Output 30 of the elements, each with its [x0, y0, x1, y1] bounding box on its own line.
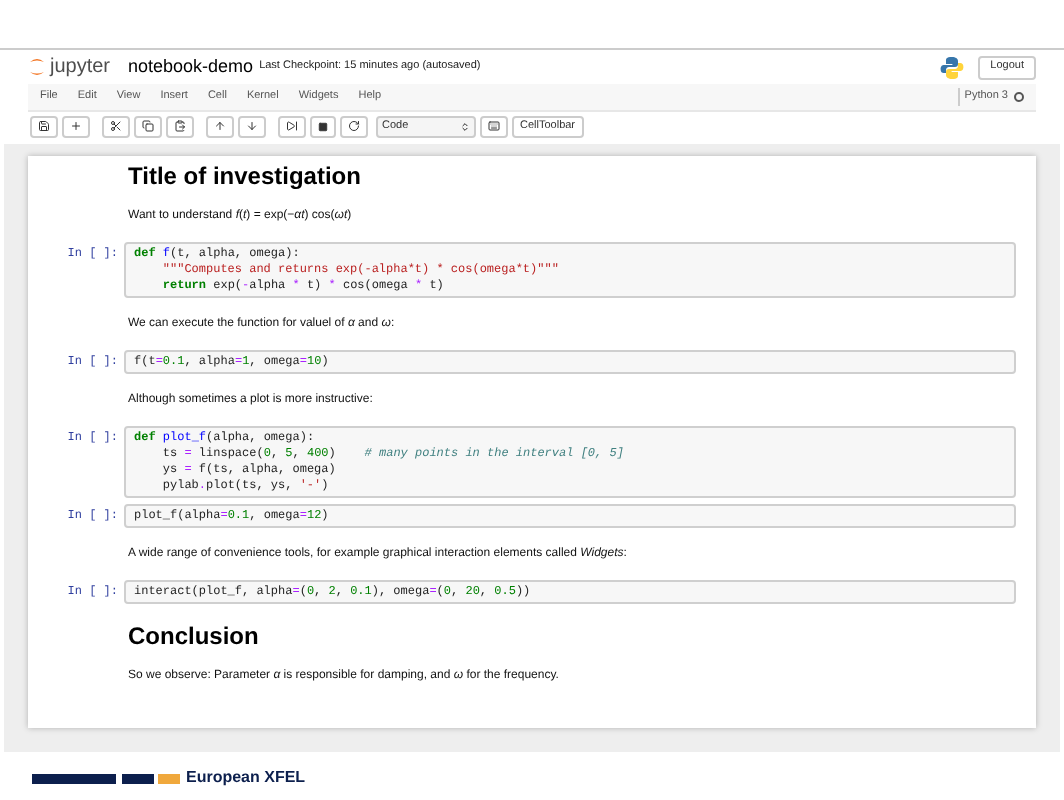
- move-down-button[interactable]: [238, 115, 266, 137]
- logo-text: jupyter: [50, 54, 111, 82]
- restart-icon: [348, 120, 360, 132]
- insert-cell-button[interactable]: [62, 115, 90, 137]
- brand-bars-icon: [32, 773, 180, 783]
- arrow-up-icon: [214, 120, 226, 132]
- keyboard-icon: [488, 120, 500, 132]
- plus-icon: [70, 120, 82, 132]
- save-icon: [38, 120, 50, 132]
- notebook-name[interactable]: notebook-demo: [128, 53, 254, 81]
- section-heading: Conclusion: [128, 622, 261, 650]
- restart-button[interactable]: [340, 115, 368, 137]
- save-button[interactable]: [30, 115, 58, 137]
- scissors-icon: [110, 120, 122, 132]
- paste-button[interactable]: [166, 115, 194, 137]
- cut-button[interactable]: [102, 115, 130, 137]
- logo-icon: [28, 56, 46, 78]
- updown-caret-icon: [460, 121, 470, 131]
- stop-button[interactable]: [310, 115, 336, 137]
- skip-forward-icon: [286, 120, 298, 132]
- run-button[interactable]: [278, 115, 306, 137]
- copy-icon: [142, 120, 154, 132]
- stop-icon: [318, 121, 328, 131]
- keyboard-button[interactable]: [480, 115, 508, 137]
- python-logo-icon: [940, 55, 965, 79]
- paste-icon: [174, 120, 186, 132]
- move-up-button[interactable]: [206, 115, 234, 137]
- section-heading: Title of investigation: [128, 162, 363, 190]
- arrow-down-icon: [246, 120, 258, 132]
- brand-name: European XFEL: [186, 766, 306, 790]
